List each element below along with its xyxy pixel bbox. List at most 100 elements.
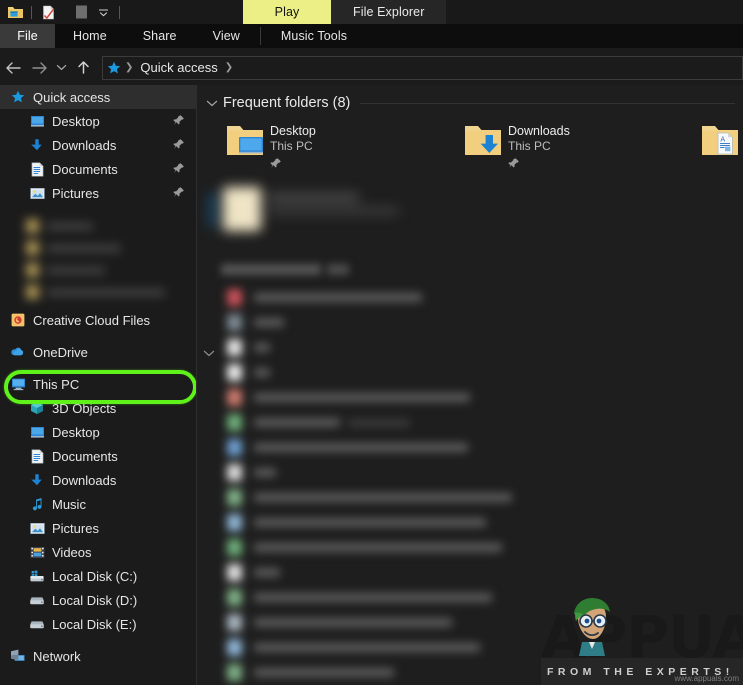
address-bar[interactable]: ❯ Quick access ❯ [102,55,743,80]
pin-icon[interactable] [173,114,186,127]
breadcrumb-quick-access[interactable]: Quick access [137,60,220,75]
pin-icon [270,156,282,168]
tab-share[interactable]: Share [125,24,195,48]
back-arrow-icon[interactable] [0,55,26,81]
properties-icon[interactable] [39,3,57,21]
sidebar-item-this-pc[interactable]: This PC [0,372,196,396]
recent-files-header-blurred [197,257,743,283]
sidebar-label: 3D Objects [52,400,117,416]
sidebar-item-local-disk-e[interactable]: Local Disk (E:) [0,612,196,636]
system-drive-icon [29,568,45,584]
recent-locations-chevron-icon[interactable] [52,55,70,81]
chevron-down-icon[interactable] [205,96,219,110]
folder-tile-desktop[interactable]: Desktop This PC [223,121,316,168]
downloads-icon [29,472,45,488]
downloads-icon [29,137,45,153]
folder-name: Downloads [508,124,570,138]
file-list-pane: Frequent folders (8) Desktop This PC Dow… [197,85,743,685]
desktop-icon [29,424,45,440]
pin-icon[interactable] [173,138,186,151]
sidebar-item-downloads-pc[interactable]: Downloads [0,468,196,492]
sidebar-label: Local Disk (C:) [52,568,138,584]
sidebar-label: This PC [33,376,80,392]
qat-separator-3 [119,5,120,19]
sidebar-label: Pictures [52,185,99,201]
sidebar-item-local-disk-c[interactable]: Local Disk (C:) [0,564,196,588]
sidebar-label: Local Disk (D:) [52,592,138,608]
file-explorer-window: Play File Explorer File Home Share View … [0,0,743,685]
sidebar-item-music[interactable]: Music [0,492,196,516]
this-pc-icon [10,376,26,392]
up-arrow-icon[interactable] [70,55,96,81]
sidebar-label: Documents [52,161,118,177]
sidebar-label: Music [52,496,86,512]
forward-arrow-icon[interactable] [26,55,52,81]
tab-home[interactable]: Home [55,24,125,48]
frequent-folders-header[interactable]: Frequent folders (8) [197,91,743,115]
drive-icon [29,616,45,632]
pin-icon [508,156,520,168]
watermark-url: www.appuals.com [674,674,739,683]
tab-file[interactable]: File [0,24,55,48]
ribbon-separator [259,27,261,45]
new-folder-icon[interactable] [72,3,90,21]
star-icon [10,89,26,105]
explorer-icon[interactable] [6,3,24,21]
onedrive-cloud-icon [10,344,26,360]
sidebar-item-downloads-qa[interactable]: Downloads [0,133,196,157]
sidebar-label: OneDrive [33,344,88,360]
tab-file-explorer[interactable]: File Explorer [331,0,447,24]
folder-location: This PC [508,139,551,153]
sidebar-item-documents-pc[interactable]: Documents [0,444,196,468]
sidebar-item-videos[interactable]: Videos [0,540,196,564]
explorer-body: Quick access Desktop Downloads Documents… [0,85,743,685]
sidebar-item-desktop-qa[interactable]: Desktop [0,109,196,133]
sidebar-label: Creative Cloud Files [33,312,151,328]
navigation-pane: Quick access Desktop Downloads Documents… [0,85,196,685]
folder-desktop-icon [223,121,267,161]
title-bar-tabs: Play File Explorer [243,0,447,24]
sidebar-item-local-disk-d[interactable]: Local Disk (D:) [0,588,196,612]
breadcrumb-separator-1[interactable]: ❯ [224,62,234,73]
sidebar-item-pictures-pc[interactable]: Pictures [0,516,196,540]
sidebar-label: Downloads [52,137,117,153]
breadcrumb-separator-0: ❯ [125,62,134,73]
customize-chevron-icon[interactable] [94,3,112,21]
documents-icon [29,161,45,177]
sidebar-label: Desktop [52,113,100,129]
sidebar-label: Documents [52,448,118,464]
group-title: Frequent folders (8) [223,95,351,111]
folder-text: Downloads This PC [508,121,570,168]
sidebar-label: Desktop [52,424,100,440]
tab-music-tools[interactable]: Music Tools [263,24,365,48]
folder-tile-downloads[interactable]: Downloads This PC [461,121,570,168]
3d-objects-icon [29,400,45,416]
frequent-folders-blurred-row [197,183,743,245]
pin-icon[interactable] [173,186,186,199]
pictures-icon [29,520,45,536]
sidebar-item-3d-objects[interactable]: 3D Objects [0,396,196,420]
sidebar-label: Downloads [52,472,117,488]
music-note-icon [29,496,45,512]
sidebar-item-creative-cloud[interactable]: Creative Cloud Files [0,308,196,332]
sidebar-item-network[interactable]: Network [0,644,196,668]
pin-icon[interactable] [173,162,186,175]
sidebar-label: Quick access [33,89,111,105]
tab-view[interactable]: View [195,24,258,48]
sidebar-item-onedrive[interactable]: OneDrive [0,340,196,364]
sidebar-item-quick-access[interactable]: Quick access [0,85,196,109]
sidebar-item-pictures-qa[interactable]: Pictures [0,181,196,205]
videos-icon [29,544,45,560]
sidebar-label: Network [33,648,81,664]
sidebar-item-desktop-pc[interactable]: Desktop [0,420,196,444]
folder-downloads-icon [461,121,505,161]
tab-play[interactable]: Play [243,0,331,24]
qat-separator-1 [31,5,32,19]
group-rule [360,102,735,104]
quick-access-toolbar [0,0,123,24]
folder-location: This PC [270,139,313,153]
sidebar-item-documents-qa[interactable]: Documents [0,157,196,181]
network-icon [10,648,26,664]
title-bar: Play File Explorer [0,0,743,24]
folder-tile-documents[interactable]: A D T [698,121,743,168]
